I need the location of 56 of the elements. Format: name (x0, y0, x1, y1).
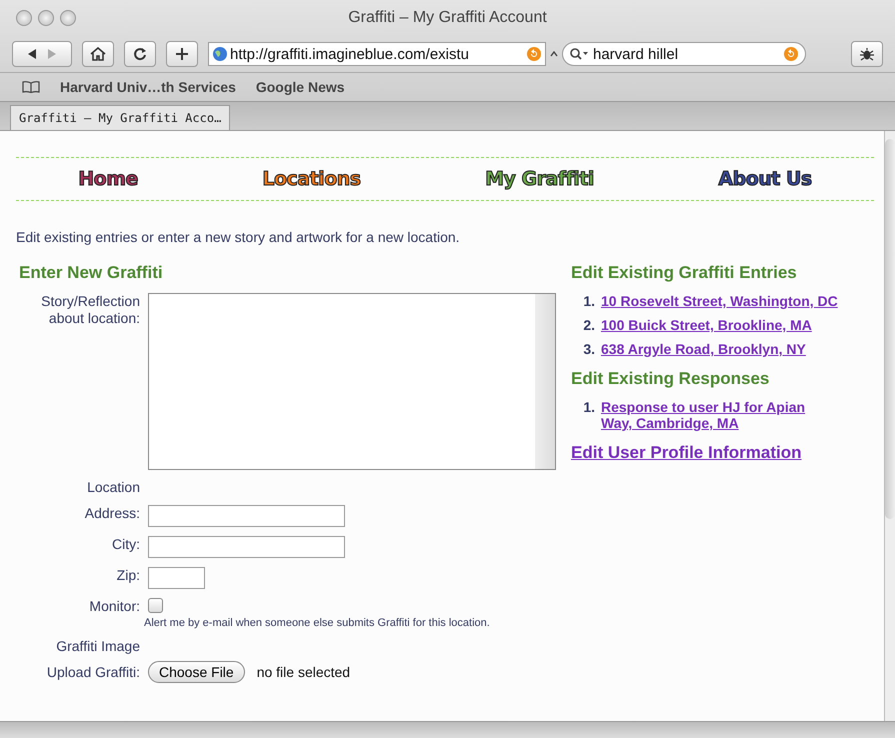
minimize-button[interactable] (38, 10, 54, 26)
list-number: 1. (582, 293, 595, 309)
list-number: 2. (582, 317, 595, 333)
book-icon[interactable] (22, 81, 40, 93)
bookmark-link[interactable]: Harvard Univ…th Services (60, 79, 236, 95)
reload-button[interactable] (124, 41, 156, 67)
caret-icon (550, 51, 558, 57)
file-status: no file selected (256, 664, 350, 680)
entry-link[interactable]: 638 Argyle Road, Brooklyn, NY (601, 341, 806, 357)
scrollbar[interactable] (535, 294, 555, 469)
profile-link[interactable]: Edit User Profile Information (571, 443, 802, 463)
clear-icon[interactable] (783, 46, 799, 62)
search-icon[interactable] (569, 47, 589, 61)
bug-button[interactable] (851, 41, 883, 67)
reload-icon[interactable] (526, 46, 542, 62)
monitor-checkbox[interactable] (148, 598, 163, 613)
section-heading: Edit Existing Graffiti Entries (571, 263, 798, 283)
group-label: Location (86, 479, 141, 496)
choose-file-button[interactable]: Choose File (148, 661, 245, 683)
nav-link[interactable]: Home (78, 168, 138, 190)
entry-link[interactable]: 10 Rosevelt Street, Washington, DC (601, 293, 838, 309)
nav-link[interactable]: About Us (718, 168, 812, 190)
field-label: Upload Graffiti: (46, 664, 141, 681)
input-field[interactable] (148, 536, 345, 558)
field-label: Story/Reflection about location: (40, 293, 141, 327)
add-bookmark-button[interactable] (166, 41, 198, 67)
bug-icon (859, 46, 875, 62)
group-label: Graffiti Image (55, 638, 141, 655)
search-field[interactable]: harvard hillel (562, 42, 806, 66)
intro-text: Edit existing entries or enter a new story and artwork for a new location. (16, 229, 461, 245)
field-label: Address: (84, 505, 141, 522)
section-heading: Edit Existing Responses (571, 369, 770, 389)
home-icon (90, 47, 106, 61)
section-heading: Enter New Graffiti (19, 263, 164, 283)
browser-tab[interactable]: Graffiti – My Graffiti Acco… (10, 105, 230, 130)
field-label: Zip: (116, 567, 141, 584)
scrollbar[interactable] (884, 131, 895, 721)
zoom-button[interactable] (60, 10, 76, 26)
bookmark-link[interactable]: Google News (256, 79, 345, 95)
back-forward-button[interactable] (12, 41, 72, 67)
globe-icon (212, 46, 228, 62)
help-text: Alert me by e-mail when someone else submits Graffiti for this location. (144, 617, 491, 629)
field-label: Monitor: (88, 598, 141, 615)
window-title: Graffiti – My Graffiti Account (348, 9, 547, 27)
list-number: 3. (582, 341, 595, 357)
address-field[interactable]: http://graffiti.imagineblue.com/existu (208, 42, 546, 66)
plus-icon (175, 47, 189, 61)
response-link[interactable]: Response to user HJ for Apian Way, Cambridge, MA (601, 399, 829, 431)
field-label: City: (111, 536, 141, 553)
input-field[interactable] (148, 567, 205, 589)
input-field[interactable] (148, 505, 345, 527)
close-button[interactable] (16, 10, 32, 26)
entry-link[interactable]: 100 Buick Street, Brookline, MA (601, 317, 812, 333)
home-button[interactable] (82, 41, 114, 67)
list-number: 1. (582, 399, 595, 417)
reload-icon (133, 47, 147, 61)
